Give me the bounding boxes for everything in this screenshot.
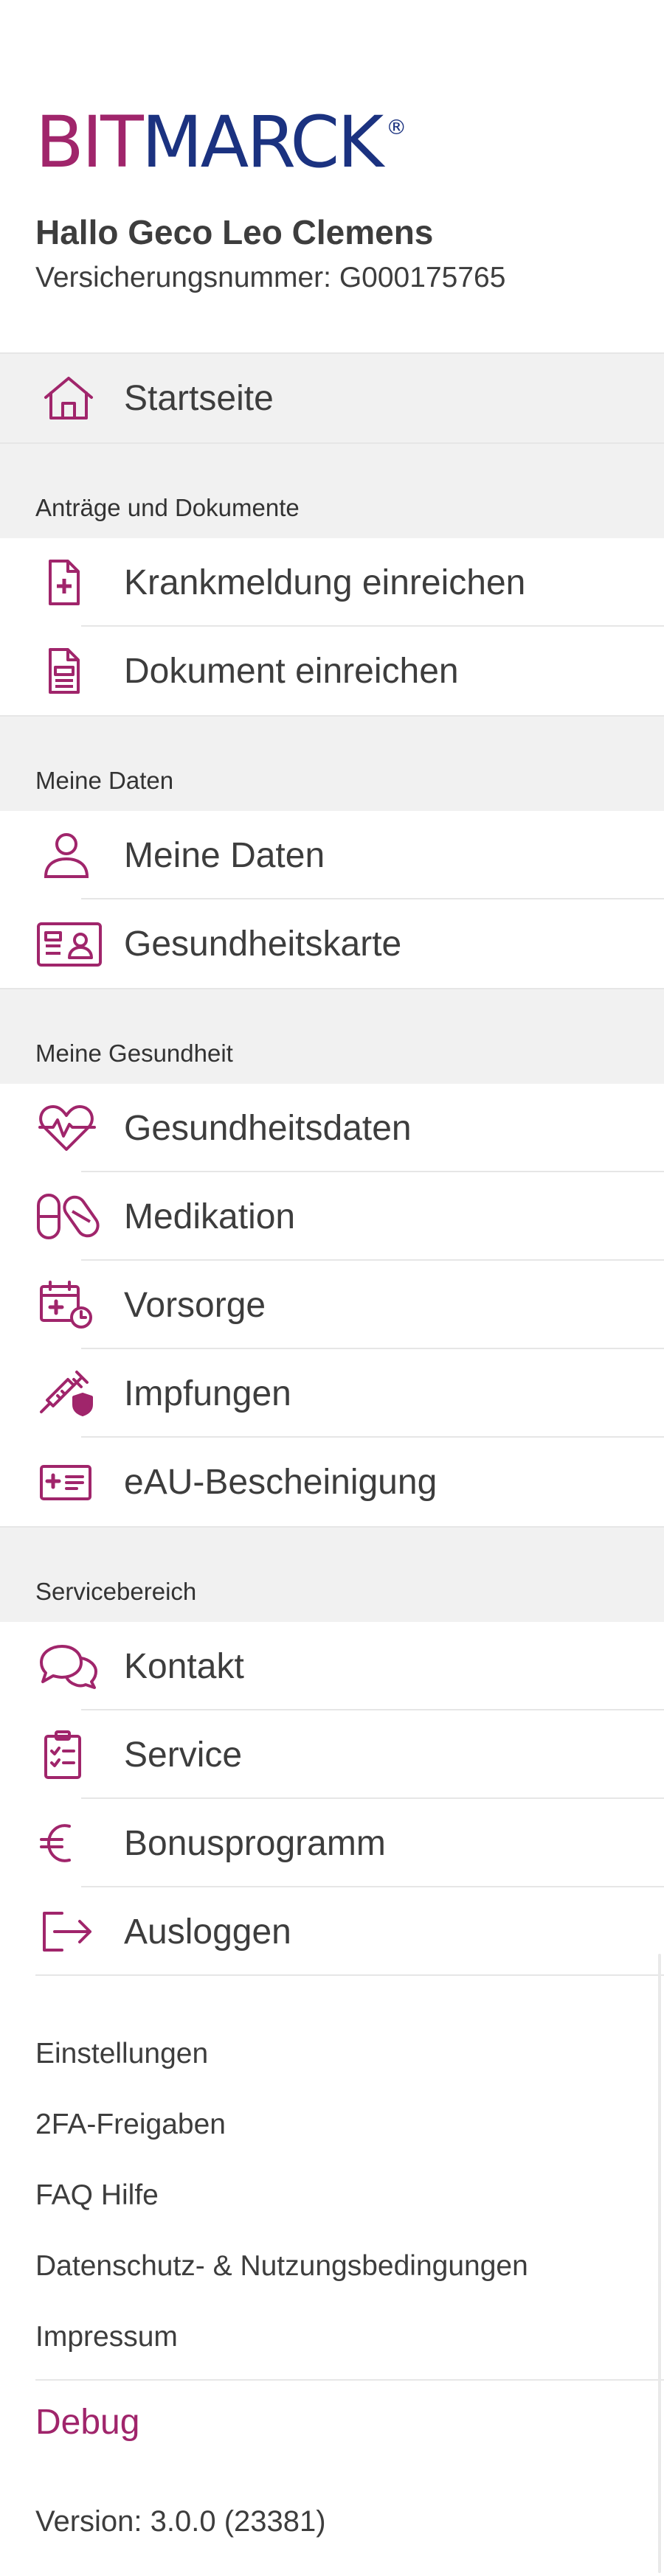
menu-item-label: Vorsorge <box>124 1286 266 1325</box>
medical-document-icon <box>35 558 102 607</box>
menu-item-startseite[interactable]: Startseite <box>0 352 664 442</box>
syringe-icon <box>35 1369 102 1418</box>
clipboard-icon <box>35 1730 102 1779</box>
footer-links: Einstellungen 2FA-Freigaben FAQ Hilfe Da… <box>35 2019 664 2373</box>
menu-item-label: Bonusprogramm <box>124 1824 386 1863</box>
navigation-drawer: BITMARCK ® Hallo Geco Leo Clemens Versich… <box>0 0 664 2576</box>
link-einstellungen[interactable]: Einstellungen <box>35 2019 664 2089</box>
chat-icon <box>35 1642 102 1691</box>
certificate-icon <box>35 1458 102 1506</box>
document-icon <box>35 647 102 695</box>
separator <box>35 1974 664 1976</box>
menu-item-eau-bescheinigung[interactable]: eAU-Bescheinigung <box>0 1438 664 1526</box>
menu-item-impfungen[interactable]: Impfungen <box>0 1349 664 1438</box>
menu-item-label: Gesundheitskarte <box>124 925 402 964</box>
menu-item-medikation[interactable]: Medikation <box>0 1172 664 1261</box>
menu-item-label: eAU-Bescheinigung <box>124 1463 438 1502</box>
menu-item-krankmeldung[interactable]: Krankmeldung einreichen <box>0 538 664 627</box>
section-title: Anträge und Dokumente <box>35 494 300 521</box>
menu-item-service[interactable]: Service <box>0 1710 664 1799</box>
section-header-meine-daten: Meine Daten <box>0 715 664 811</box>
heart-pulse-icon <box>35 1104 102 1152</box>
pills-icon <box>35 1192 102 1241</box>
scrollbar[interactable] <box>658 1954 661 2573</box>
logout-icon <box>35 1907 102 1956</box>
euro-icon <box>35 1819 102 1867</box>
link-faq-hilfe[interactable]: FAQ Hilfe <box>35 2160 664 2231</box>
menu-item-label: Impfungen <box>124 1374 291 1413</box>
menu-item-label: Service <box>124 1736 243 1775</box>
person-icon <box>35 831 102 880</box>
link-2fa-freigaben[interactable]: 2FA-Freigaben <box>35 2089 664 2160</box>
link-datenschutz[interactable]: Datenschutz- & Nutzungsbedingungen <box>35 2231 664 2302</box>
id-card-icon <box>35 919 102 968</box>
menu-item-meine-daten[interactable]: Meine Daten <box>0 811 664 899</box>
section-title: Meine Gesundheit <box>35 1040 233 1067</box>
section-header-meine-gesundheit: Meine Gesundheit <box>0 988 664 1084</box>
section-title: Servicebereich <box>35 1578 197 1605</box>
menu-item-label: Ausloggen <box>124 1912 291 1952</box>
menu-item-bonusprogramm[interactable]: Bonusprogramm <box>0 1799 664 1887</box>
menu-item-vorsorge[interactable]: Vorsorge <box>0 1261 664 1349</box>
section-title: Meine Daten <box>35 767 174 794</box>
menu-item-label: Kontakt <box>124 1647 244 1686</box>
debug-link[interactable]: Debug <box>35 2402 139 2443</box>
menu-item-label: Gesundheitsdaten <box>124 1109 412 1148</box>
main-menu: Startseite Anträge und Dokumente Krankme… <box>0 352 664 1976</box>
menu-item-label: Meine Daten <box>124 836 325 875</box>
divider <box>35 2379 664 2381</box>
section-header-servicebereich: Servicebereich <box>0 1526 664 1622</box>
bitmarck-logo: BITMARCK ® <box>35 107 407 178</box>
home-icon <box>35 374 102 422</box>
link-impressum[interactable]: Impressum <box>35 2302 664 2373</box>
insurance-number: Versicherungsnummer: G000175765 <box>35 262 506 293</box>
menu-item-dokument[interactable]: Dokument einreichen <box>0 627 664 715</box>
menu-item-kontakt[interactable]: Kontakt <box>0 1622 664 1710</box>
logo-part-marck: MARCK <box>141 101 384 184</box>
menu-item-ausloggen[interactable]: Ausloggen <box>0 1887 664 1976</box>
version-text: Version: 3.0.0 (23381) <box>35 2505 326 2538</box>
menu-item-label: Startseite <box>124 379 274 418</box>
menu-item-gesundheitskarte[interactable]: Gesundheitskarte <box>0 899 664 988</box>
menu-item-label: Medikation <box>124 1197 296 1236</box>
user-greeting: Hallo Geco Leo Clemens <box>35 213 434 251</box>
calendar-clock-icon <box>35 1281 102 1329</box>
section-header-antraege: Anträge und Dokumente <box>0 442 664 538</box>
logo-registered-mark: ® <box>386 115 407 139</box>
menu-item-label: Krankmeldung einreichen <box>124 563 526 602</box>
logo-part-bit: BIT <box>35 101 144 184</box>
menu-item-gesundheitsdaten[interactable]: Gesundheitsdaten <box>0 1084 664 1172</box>
menu-item-label: Dokument einreichen <box>124 652 459 691</box>
